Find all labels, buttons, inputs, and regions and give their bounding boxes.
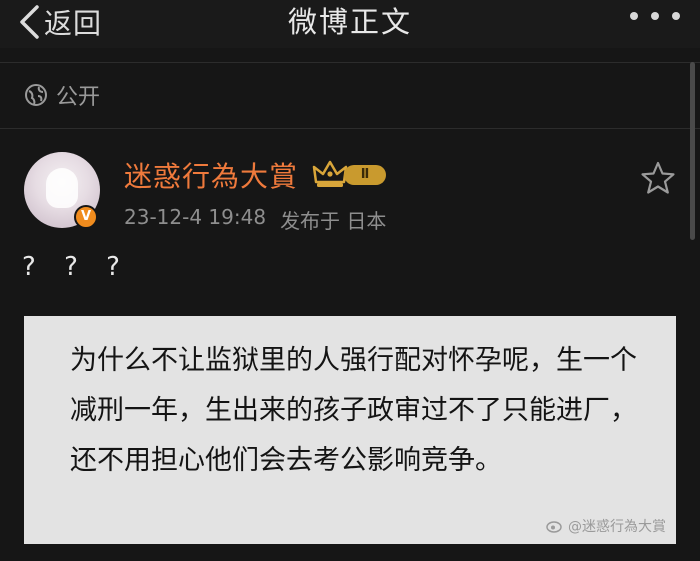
weibo-post-screen: 返回 微博正文 公开 V 迷惑行為大賞 Ⅱ 23-12-4 19:48 发布于 … <box>0 0 700 561</box>
more-dot <box>630 12 638 20</box>
post-location: 发布于 日本 <box>280 209 387 233</box>
post-meta: 23-12-4 19:48 发布于 日本 <box>124 205 386 234</box>
verified-badge-icon: V <box>74 205 98 229</box>
watermark-text: @迷惑行為大賞 <box>568 519 666 535</box>
visibility-row: 公开 <box>24 78 100 112</box>
navbar: 返回 微博正文 <box>0 0 700 48</box>
page-title: 微博正文 <box>287 5 412 39</box>
avatar-image <box>46 168 78 208</box>
globe-icon <box>25 84 47 106</box>
level-badge: Ⅱ <box>344 165 386 185</box>
weibo-logo-icon <box>546 521 562 533</box>
image-watermark: @迷惑行為大賞 <box>546 516 666 536</box>
more-dots-icon[interactable] <box>630 12 680 20</box>
post-image-text: 为什么不让监狱里的人强行配对怀孕呢，生一个减刑一年，生出来的孩子政审过不了只能进… <box>70 345 637 476</box>
crown-icon <box>312 160 348 187</box>
more-dot <box>672 12 680 20</box>
divider <box>0 128 700 129</box>
divider <box>0 62 700 63</box>
visibility-label: 公开 <box>56 85 101 110</box>
post-timestamp: 23-12-4 19:48 <box>124 205 267 229</box>
star-outline-icon[interactable] <box>640 160 676 196</box>
more-dot <box>651 12 659 20</box>
scrollbar[interactable] <box>690 62 695 240</box>
post-image[interactable]: 为什么不让监狱里的人强行配对怀孕呢，生一个减刑一年，生出来的孩子政审过不了只能进… <box>24 316 676 544</box>
member-level-badge[interactable]: Ⅱ <box>312 158 388 190</box>
post-text: ? ? ? <box>22 252 130 282</box>
author-name[interactable]: 迷惑行為大賞 <box>124 155 298 195</box>
